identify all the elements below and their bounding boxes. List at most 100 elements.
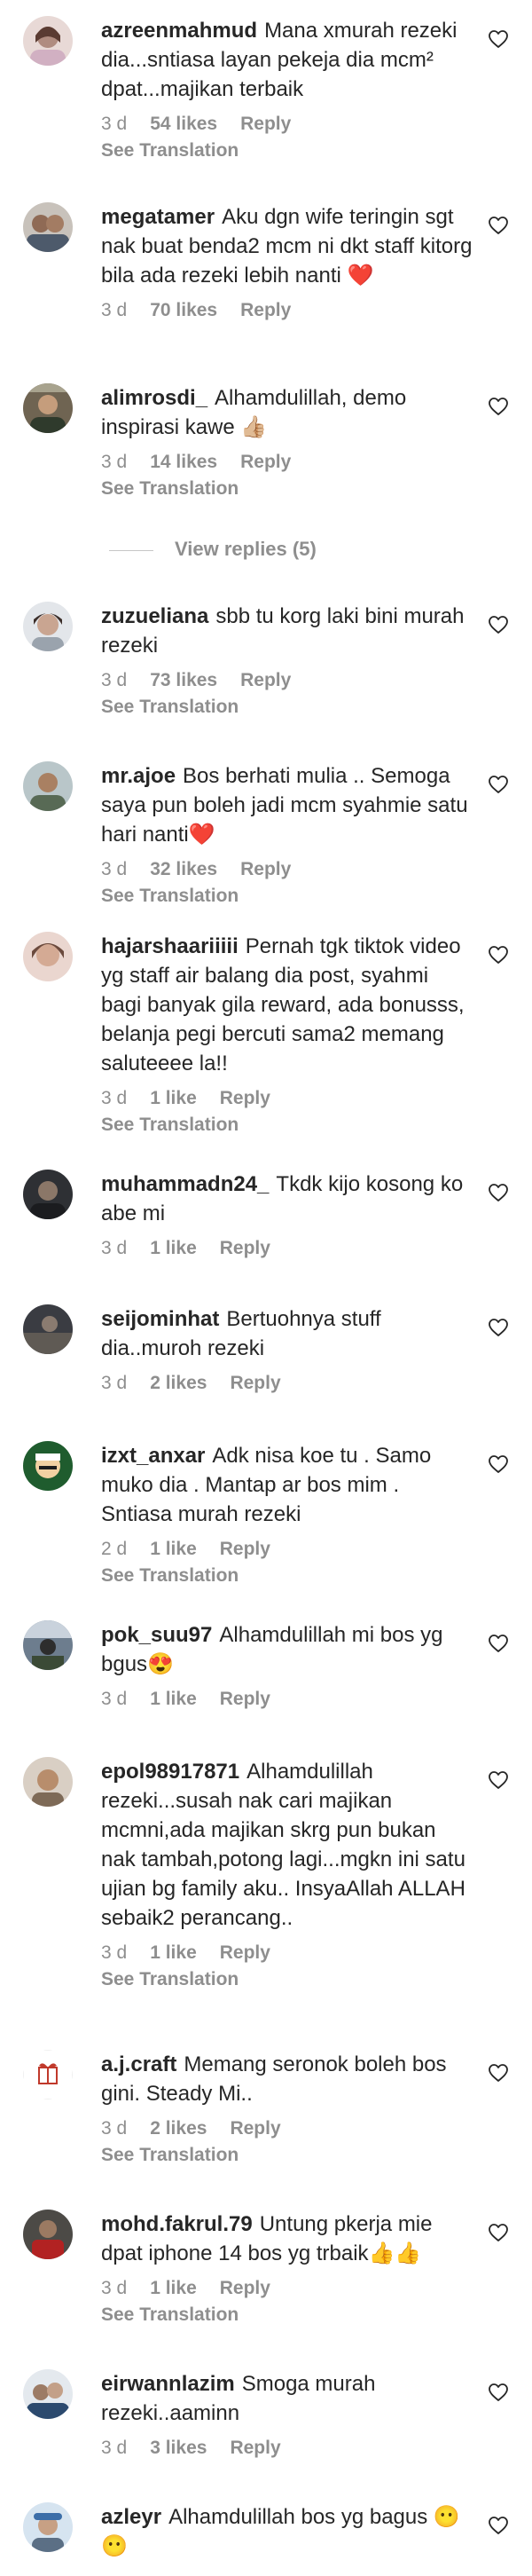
- reply-button[interactable]: Reply: [230, 1373, 280, 1393]
- comment-username[interactable]: alimrosdi_: [101, 386, 207, 410]
- reply-button[interactable]: Reply: [220, 1539, 270, 1559]
- avatar[interactable]: [23, 1304, 73, 1354]
- reply-button[interactable]: Reply: [240, 300, 291, 320]
- comment-likes[interactable]: 1 like: [150, 1942, 197, 1963]
- comment-username[interactable]: zuzueliana: [101, 604, 208, 628]
- comment-likes[interactable]: 1 like: [150, 1088, 197, 1108]
- see-translation-link[interactable]: See Translation: [101, 696, 473, 719]
- comment-likes[interactable]: 73 likes: [150, 670, 217, 690]
- comment-time: 3 d: [101, 2278, 128, 2298]
- avatar[interactable]: [23, 932, 73, 981]
- comment-likes[interactable]: 54 likes: [150, 114, 217, 134]
- comment-likes[interactable]: 3 likes: [150, 2438, 207, 2458]
- comment-username[interactable]: seijominhat: [101, 1307, 219, 1331]
- avatar[interactable]: [23, 202, 73, 252]
- like-heart-icon[interactable]: [488, 1769, 509, 1791]
- avatar[interactable]: [23, 1170, 73, 1219]
- comment-username[interactable]: mr.ajoe: [101, 764, 176, 788]
- avatar[interactable]: [23, 761, 73, 811]
- see-translation-link[interactable]: See Translation: [101, 1968, 473, 1991]
- reply-button[interactable]: Reply: [230, 2438, 280, 2458]
- comment-username[interactable]: muhammadn24_: [101, 1172, 269, 1196]
- like-heart-icon[interactable]: [488, 2382, 509, 2403]
- comment-username[interactable]: epol98917871: [101, 1760, 239, 1784]
- like-heart-icon[interactable]: [488, 2222, 509, 2243]
- comment-likes[interactable]: 1 like: [150, 1238, 197, 1258]
- comment-likes[interactable]: 1 like: [150, 1689, 197, 1709]
- comment-username[interactable]: a.j.craft: [101, 2052, 176, 2076]
- comment-likes[interactable]: 1 like: [150, 1539, 197, 1559]
- view-replies-button[interactable]: View replies (5): [109, 536, 375, 563]
- avatar[interactable]: [23, 16, 73, 66]
- like-heart-icon[interactable]: [488, 2062, 509, 2084]
- comment-likes[interactable]: 1 like: [150, 2278, 197, 2298]
- comment-username[interactable]: pok_suu97: [101, 1623, 212, 1647]
- comment-text: epol98917871 Alhamdulillah rezeki...susah…: [101, 1757, 473, 1933]
- comment-username[interactable]: eirwannlazim: [101, 2372, 235, 2396]
- reply-button[interactable]: Reply: [240, 452, 291, 472]
- like-heart-icon[interactable]: [488, 1633, 509, 1654]
- comment-meta: 3 d 32 likes Reply: [101, 858, 473, 881]
- avatar[interactable]: [23, 383, 73, 433]
- see-translation-link[interactable]: See Translation: [101, 885, 473, 908]
- reply-button[interactable]: Reply: [240, 114, 291, 134]
- reply-button[interactable]: Reply: [220, 1689, 270, 1709]
- comment-time: 3 d: [101, 1238, 128, 1258]
- comment-likes[interactable]: 32 likes: [150, 859, 217, 879]
- reply-button[interactable]: Reply: [240, 670, 291, 690]
- see-translation-link[interactable]: See Translation: [101, 1114, 473, 1137]
- comment-username[interactable]: azleyr: [101, 2505, 161, 2529]
- see-translation-link[interactable]: See Translation: [101, 139, 473, 162]
- reply-button[interactable]: Reply: [230, 2118, 280, 2139]
- reply-button[interactable]: Reply: [220, 1088, 270, 1108]
- avatar[interactable]: [23, 1441, 73, 1491]
- like-heart-icon[interactable]: [488, 28, 509, 50]
- comment-meta: 3 d 73 likes Reply: [101, 669, 473, 692]
- reply-button[interactable]: Reply: [240, 859, 291, 879]
- reply-button[interactable]: Reply: [220, 2278, 270, 2298]
- comment-username[interactable]: hajarshaariiiii: [101, 934, 239, 958]
- like-heart-icon[interactable]: [488, 396, 509, 417]
- comment-username[interactable]: mohd.fakrul.79: [101, 2212, 253, 2236]
- like-heart-icon[interactable]: [488, 1182, 509, 1203]
- comment-meta: 3 d 3 likes Reply: [101, 2437, 473, 2460]
- comment-likes[interactable]: 2 likes: [150, 1373, 207, 1393]
- like-heart-icon[interactable]: [488, 2515, 509, 2536]
- avatar[interactable]: [23, 1620, 73, 1670]
- comment-body: azleyr Alhamdulillah bos yg bagus 😶😶: [101, 2502, 473, 2561]
- avatar[interactable]: [23, 1757, 73, 1807]
- avatar[interactable]: [23, 2050, 73, 2099]
- comment-time: 3 d: [101, 1689, 128, 1709]
- comment-text: seijominhat Bertuohnya stuff dia..muroh r…: [101, 1304, 473, 1363]
- see-translation-link[interactable]: See Translation: [101, 1564, 473, 1587]
- comment-likes[interactable]: 14 likes: [150, 452, 217, 472]
- comment-likes[interactable]: 70 likes: [150, 300, 217, 320]
- comment-meta: 3 d 70 likes Reply: [101, 299, 473, 322]
- comment-likes[interactable]: 2 likes: [150, 2118, 207, 2139]
- avatar[interactable]: [23, 2210, 73, 2259]
- avatar[interactable]: [23, 602, 73, 651]
- comment-text: pok_suu97 Alhamdulillah mi bos yg bgus😍: [101, 1620, 473, 1679]
- see-translation-link[interactable]: See Translation: [101, 2144, 473, 2167]
- like-heart-icon[interactable]: [488, 614, 509, 635]
- see-translation-link[interactable]: See Translation: [101, 477, 473, 500]
- like-heart-icon[interactable]: [488, 944, 509, 965]
- avatar[interactable]: [23, 2369, 73, 2419]
- view-replies-label[interactable]: View replies (5): [175, 538, 317, 560]
- comment-body: mr.ajoe Bos berhati mulia .. Semoga saya …: [101, 761, 473, 908]
- comment-body: alimrosdi_ Alhamdulillah, demo inspirasi …: [101, 383, 473, 500]
- like-heart-icon[interactable]: [488, 774, 509, 795]
- comment-username[interactable]: izxt_anxar: [101, 1444, 205, 1468]
- comment-username[interactable]: megatamer: [101, 205, 215, 229]
- comment-username[interactable]: azreenmahmud: [101, 19, 257, 43]
- comment-text: mr.ajoe Bos berhati mulia .. Semoga saya …: [101, 761, 473, 849]
- reply-button[interactable]: Reply: [220, 1238, 270, 1258]
- comment-body: megatamer Aku dgn wife teringin sgt nak b…: [101, 202, 473, 322]
- avatar[interactable]: [23, 2502, 73, 2552]
- like-heart-icon[interactable]: [488, 1453, 509, 1475]
- like-heart-icon[interactable]: [488, 1317, 509, 1338]
- reply-button[interactable]: Reply: [220, 1942, 270, 1963]
- comment-time: 3 d: [101, 1373, 128, 1393]
- see-translation-link[interactable]: See Translation: [101, 2304, 473, 2327]
- like-heart-icon[interactable]: [488, 215, 509, 236]
